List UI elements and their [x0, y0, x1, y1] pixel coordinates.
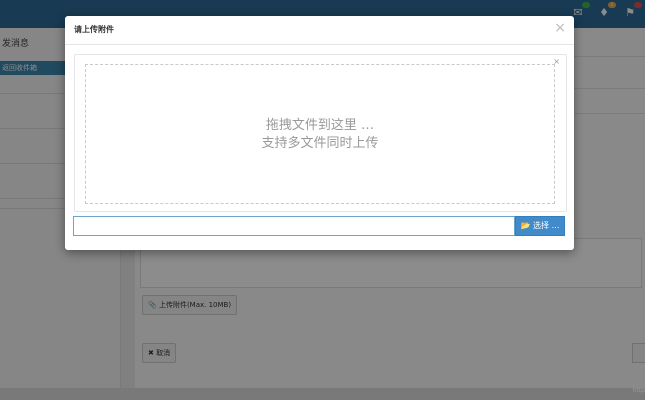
modal-close-icon[interactable]: × — [554, 21, 566, 35]
file-input-group: 📂 选择 … — [73, 216, 565, 236]
file-preview-box: × 拖拽文件到这里 … 支持多文件同时上传 — [74, 54, 567, 212]
browse-button[interactable]: 📂 选择 … — [515, 216, 565, 236]
watermark: http — [632, 387, 645, 394]
folder-open-icon: 📂 — [520, 221, 531, 230]
drop-zone-close-icon[interactable]: × — [553, 58, 560, 66]
upload-modal: 请上传附件 × × 拖拽文件到这里 … 支持多文件同时上传 📂 选择 … — [65, 16, 574, 250]
drop-zone-line1: 拖拽文件到这里 … — [265, 118, 375, 133]
drop-zone-line2: 支持多文件同时上传 — [261, 136, 379, 151]
drop-zone-text: 拖拽文件到这里 … 支持多文件同时上传 — [86, 117, 554, 153]
drop-zone[interactable]: × 拖拽文件到这里 … 支持多文件同时上传 — [85, 58, 560, 204]
modal-header: 请上传附件 × — [65, 16, 574, 45]
browse-button-label: 选择 … — [532, 221, 560, 230]
file-caption-input[interactable] — [73, 216, 515, 236]
modal-title: 请上传附件 — [74, 25, 114, 34]
